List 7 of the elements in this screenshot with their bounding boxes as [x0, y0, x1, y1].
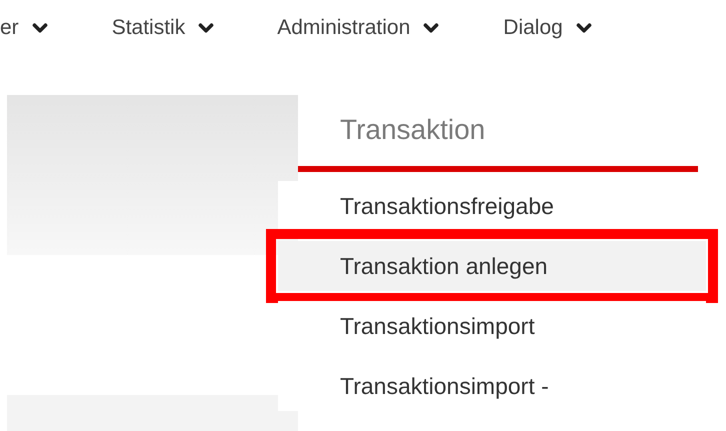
- menu-heading: Transaktion: [339, 113, 486, 147]
- menu-item[interactable]: Statistik: [112, 12, 218, 44]
- menu-item[interactable]: Administration: [277, 12, 442, 44]
- menu-item[interactable]: Dialog: [503, 12, 595, 44]
- menu-item[interactable]: Transaktionsfreigabe: [278, 181, 706, 231]
- menu-item[interactable]: Transaktion anlegen: [278, 241, 706, 291]
- menu-item[interactable]: er: [0, 12, 51, 44]
